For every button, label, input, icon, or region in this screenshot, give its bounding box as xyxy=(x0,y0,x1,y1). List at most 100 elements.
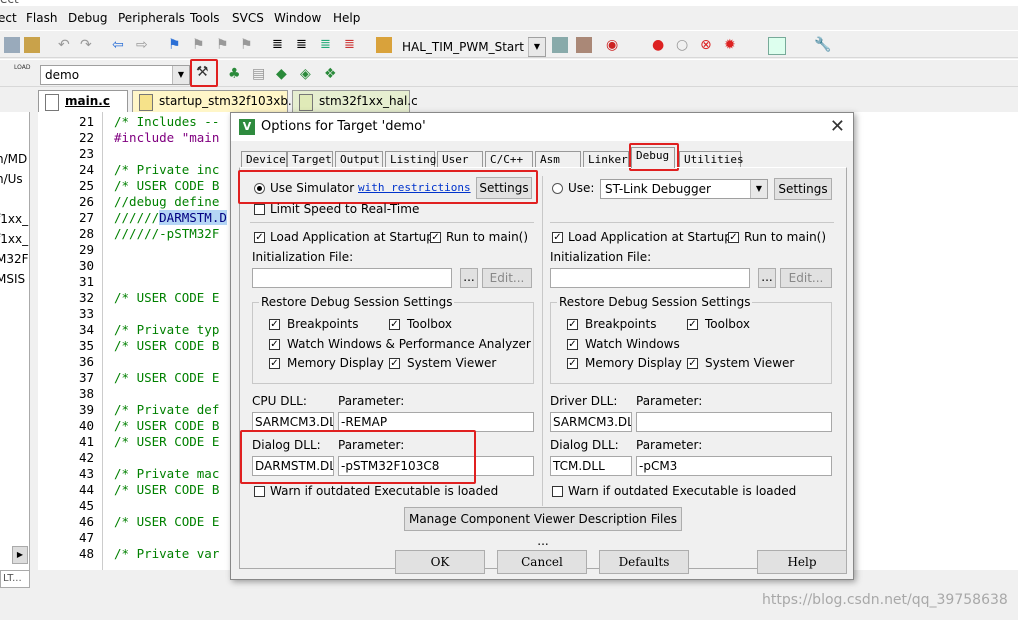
right-sysviewer-checkbox[interactable]: ✓ xyxy=(687,358,698,369)
code-line[interactable]: /* Private var xyxy=(114,546,219,561)
code-line[interactable]: /* USER CODE B xyxy=(114,482,219,497)
unindent-icon[interactable]: ≣ xyxy=(296,37,312,53)
prev-bookmark-icon[interactable]: ⚑ xyxy=(192,37,208,53)
right-browse-init-button[interactable]: ... xyxy=(758,268,776,288)
pack-installer-icon[interactable]: ◆ xyxy=(276,66,292,82)
code-line[interactable]: /* USER CODE B xyxy=(114,178,219,193)
tree-item[interactable]: f1xx_i xyxy=(0,212,29,226)
code-line[interactable]: //////DARMSTM.D xyxy=(114,210,227,225)
uncomment-icon[interactable]: ≣ xyxy=(344,37,360,53)
cancel-button[interactable]: Cancel xyxy=(497,550,587,574)
code-line[interactable]: #include "main xyxy=(114,130,219,145)
find-icon[interactable] xyxy=(552,37,568,53)
tab-utilities[interactable]: Utilities xyxy=(679,151,744,168)
debug-session-icon[interactable]: ◉ xyxy=(606,37,622,53)
tab-asm[interactable]: Asm xyxy=(535,151,581,168)
menu-project-fragment[interactable]: ect xyxy=(0,11,17,25)
right-breakpoints-checkbox[interactable]: ✓ xyxy=(567,319,578,330)
menu-flash[interactable]: Flash xyxy=(26,11,57,25)
init-file-input[interactable] xyxy=(252,268,452,288)
menu-window[interactable]: Window xyxy=(274,11,321,25)
tab-c-cpp[interactable]: C/C++ xyxy=(485,151,533,168)
paste-icon[interactable] xyxy=(24,37,40,53)
debugger-settings-button[interactable]: Settings xyxy=(774,178,832,200)
code-line[interactable]: /* USER CODE E xyxy=(114,434,219,449)
code-line[interactable]: /* Private inc xyxy=(114,162,219,177)
window-layout-icon[interactable] xyxy=(768,37,786,55)
run-to-main-checkbox[interactable]: ✓ xyxy=(430,232,441,243)
memory-checkbox[interactable]: ✓ xyxy=(269,358,280,369)
watch-checkbox[interactable]: ✓ xyxy=(269,339,280,350)
copy-icon[interactable] xyxy=(4,37,20,53)
debugger-select[interactable]: ST-Link Debugger ▼ xyxy=(600,179,768,199)
find-in-files-icon[interactable] xyxy=(376,37,392,53)
limit-speed-checkbox[interactable] xyxy=(254,204,265,215)
undo-icon[interactable]: ↶ xyxy=(58,37,74,53)
tab-linker[interactable]: Linker xyxy=(583,151,629,168)
ok-button[interactable]: OK xyxy=(395,550,485,574)
tree-item[interactable]: f1xx_l xyxy=(0,232,29,246)
manage-rte-icon[interactable]: ❖ xyxy=(324,66,340,82)
use-label[interactable]: Use: xyxy=(568,181,594,195)
right-toolbox-checkbox[interactable]: ✓ xyxy=(687,319,698,330)
tab-debug[interactable]: Debug xyxy=(631,147,675,168)
indent-icon[interactable]: ≣ xyxy=(272,37,288,53)
breakpoint-icon[interactable]: ● xyxy=(652,37,668,53)
tab-output[interactable]: Output xyxy=(335,151,383,168)
code-line[interactable]: /* Includes -- xyxy=(114,114,219,129)
find-combo-dropdown[interactable]: ▼ xyxy=(528,37,546,57)
redo-icon[interactable]: ↷ xyxy=(80,37,96,53)
cpu-param-input[interactable]: -REMAP xyxy=(338,412,534,432)
right-dialog-param-input[interactable]: -pCM3 xyxy=(636,456,832,476)
code-line[interactable]: //debug define xyxy=(114,194,219,209)
code-line[interactable]: /* USER CODE E xyxy=(114,370,219,385)
scroll-right-icon[interactable]: ▶ xyxy=(12,546,28,564)
code-line[interactable]: /* Private mac xyxy=(114,466,219,481)
right-run-to-main-checkbox[interactable]: ✓ xyxy=(728,232,739,243)
edit-init-button[interactable]: Edit... xyxy=(482,268,532,288)
right-load-app-checkbox[interactable]: ✓ xyxy=(552,232,563,243)
tab-user[interactable]: User xyxy=(437,151,483,168)
disable-all-breakpoints-icon[interactable]: ⊗ xyxy=(700,37,716,53)
manage-project-icon[interactable]: ▤ xyxy=(252,66,268,82)
code-line[interactable]: /* USER CODE B xyxy=(114,338,219,353)
target-select[interactable]: demo ▼ xyxy=(40,65,190,85)
code-line[interactable]: /* USER CODE E xyxy=(114,290,219,305)
code-line[interactable]: /* Private def xyxy=(114,402,219,417)
load-app-checkbox[interactable]: ✓ xyxy=(254,232,265,243)
manage-component-viewer-button[interactable]: Manage Component Viewer Description File… xyxy=(404,507,682,548)
comment-icon[interactable]: ≣ xyxy=(320,37,336,53)
code-line[interactable]: /* USER CODE E xyxy=(114,514,219,529)
warn-outdated-checkbox[interactable] xyxy=(254,486,265,497)
cpu-dll-input[interactable]: SARMCM3.DLL xyxy=(252,412,334,432)
next-bookmark-icon[interactable]: ⚑ xyxy=(216,37,232,53)
tab-target[interactable]: Target xyxy=(287,151,333,168)
tab-listing[interactable]: Listing xyxy=(385,151,436,168)
menu-debug[interactable]: Debug xyxy=(68,11,107,25)
sysviewer-checkbox[interactable]: ✓ xyxy=(389,358,400,369)
right-watch-checkbox[interactable]: ✓ xyxy=(567,339,578,350)
wrench-icon[interactable]: 🔧 xyxy=(814,37,831,53)
help-button[interactable]: Help xyxy=(757,550,847,574)
tab-stm32f1xx-hal[interactable]: stm32f1xx_hal.c xyxy=(292,90,418,112)
use-debugger-radio[interactable] xyxy=(552,183,563,194)
nav-back-icon[interactable]: ⇦ xyxy=(112,37,128,53)
menu-peripherals[interactable]: Peripherals xyxy=(118,11,185,25)
nav-forward-icon[interactable]: ⇨ xyxy=(136,37,152,53)
driver-param-input[interactable] xyxy=(636,412,832,432)
tab-main-c[interactable]: main.c xyxy=(38,90,128,112)
tree-item[interactable]: n/MD xyxy=(0,152,27,166)
menu-tools[interactable]: Tools xyxy=(190,11,220,25)
right-memory-checkbox[interactable]: ✓ xyxy=(567,358,578,369)
tab-device[interactable]: Device xyxy=(241,151,287,168)
breakpoints-checkbox[interactable]: ✓ xyxy=(269,319,280,330)
tree-item[interactable]: n/Us xyxy=(0,172,23,186)
close-icon[interactable]: ✕ xyxy=(830,116,845,137)
run-time-environment-icon[interactable]: ◈ xyxy=(300,66,316,82)
right-init-file-input[interactable] xyxy=(550,268,750,288)
browse-init-button[interactable]: ... xyxy=(460,268,478,288)
load-icon[interactable]: LOAD xyxy=(14,64,30,80)
clear-bookmarks-icon[interactable]: ⚑ xyxy=(240,37,256,53)
code-line[interactable]: //////-pSTM32F xyxy=(114,226,219,241)
code-line[interactable]: /* USER CODE B xyxy=(114,418,219,433)
